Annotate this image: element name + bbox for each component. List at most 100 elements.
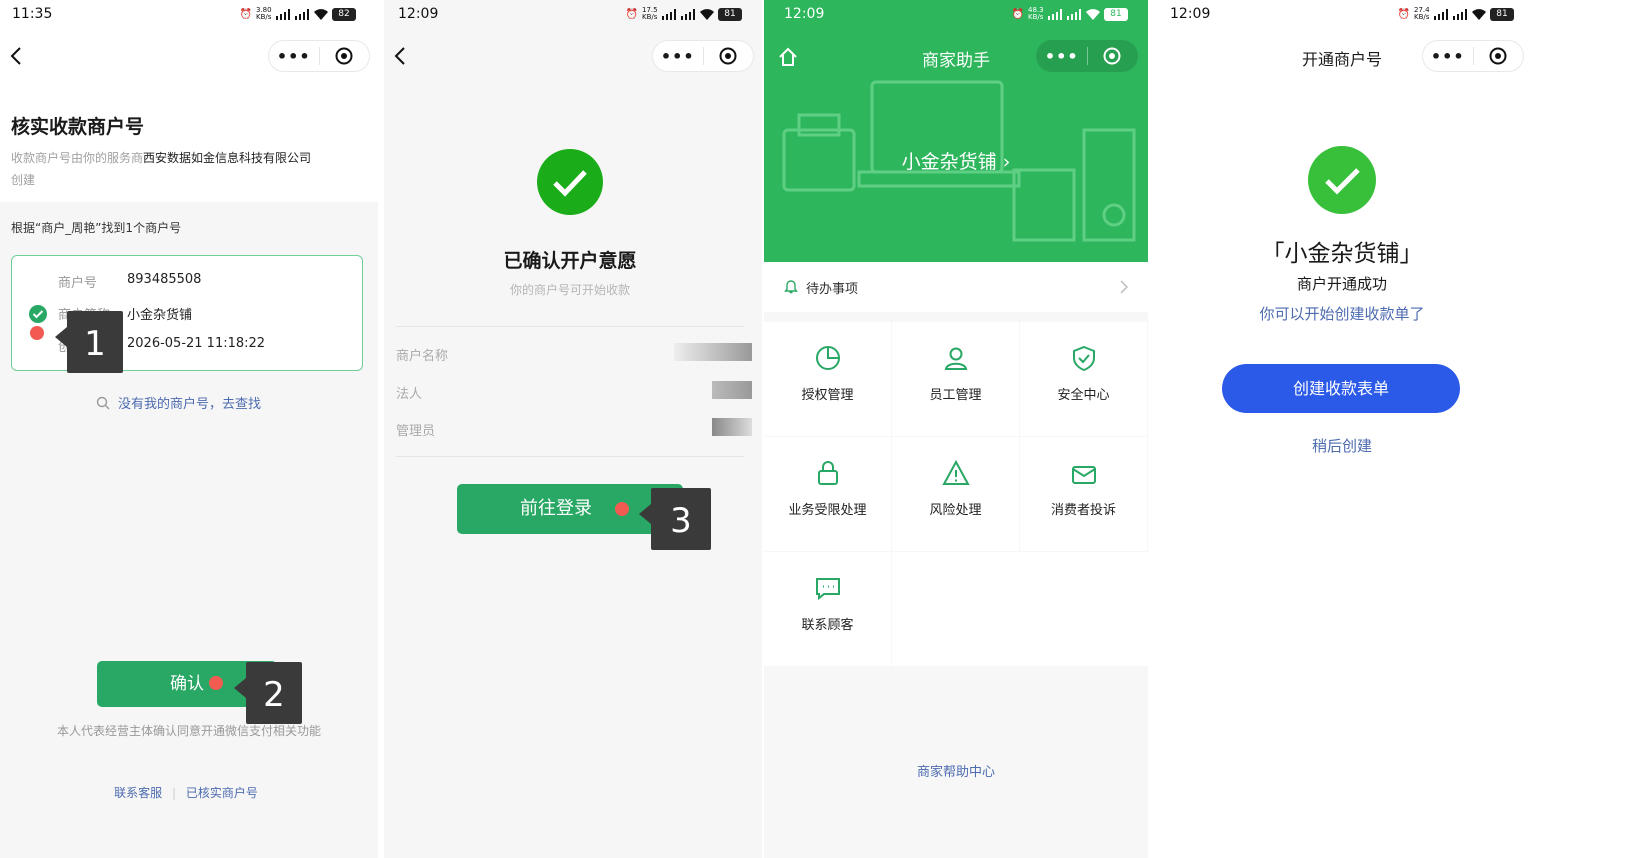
- signal-icon: [295, 8, 310, 20]
- user-icon: [944, 347, 967, 370]
- battery-icon: 81: [1104, 7, 1128, 21]
- signal-icon: [1453, 8, 1468, 20]
- subtitle-company: 西安数据如金信息科技有限公司: [143, 151, 312, 165]
- find-merchant-link-text: 没有我的商户号，去查找: [118, 397, 262, 412]
- subtitle-prefix: 收款商户号由你的服务商: [11, 151, 144, 165]
- grid-empty-cell: [892, 552, 1148, 666]
- todo-bar[interactable]: 待办事项: [764, 262, 1148, 312]
- page-subtitle: 你的商户号可开始收款: [509, 283, 630, 297]
- pie-chart-icon: [815, 346, 840, 370]
- contact-support-link[interactable]: 联系客服: [114, 786, 162, 800]
- check-circle-icon: [29, 305, 47, 323]
- divider: [396, 326, 744, 327]
- green-header: 12:09 ⏰ 48.3 KB/s 81 商家助手 ••• 小金杂货铺 ›: [764, 0, 1148, 262]
- close-target-icon[interactable]: [319, 47, 369, 65]
- grid-item-complaints[interactable]: 消费者投诉: [1020, 437, 1147, 551]
- lock-icon: [817, 461, 838, 485]
- status-icons: ⏰ 17.5 KB/s 81: [626, 7, 742, 21]
- verified-merchant-link[interactable]: 已核实商户号: [186, 786, 258, 800]
- blurred-value: [674, 343, 752, 361]
- wifi-icon: [1086, 8, 1100, 20]
- status-time: 12:09: [1170, 6, 1211, 22]
- mini-program-capsule: •••: [1036, 40, 1138, 72]
- grid-item-label: 授权管理: [801, 388, 854, 403]
- create-form-button[interactable]: 创建收款表单: [1222, 364, 1460, 413]
- create-later-link[interactable]: 稍后创建: [1150, 435, 1534, 456]
- merchant-value: 893485508: [127, 272, 202, 287]
- screen-merchant-opened: 12:09 ⏰ 27.4 KB/s 81 开通商户号 ••• 「小金杂货铺」 商…: [1150, 0, 1534, 858]
- back-arrow-icon[interactable]: [392, 46, 408, 66]
- network-speed: 27.4 KB/s: [1414, 6, 1430, 21]
- grid-item-label: 消费者投诉: [1050, 503, 1116, 518]
- shop-name: 「小金杂货铺」: [1261, 241, 1423, 267]
- close-target-icon[interactable]: [703, 47, 753, 65]
- signal-icon: [276, 8, 291, 20]
- help-center-link[interactable]: 商家帮助中心: [764, 761, 1148, 780]
- wifi-icon: [700, 8, 714, 20]
- shop-name-link[interactable]: 小金杂货铺 ›: [764, 147, 1148, 174]
- status-icons: ⏰ 27.4 KB/s 81: [1398, 7, 1514, 21]
- todo-label: 待办事项: [806, 282, 859, 297]
- divider: [396, 456, 744, 457]
- grid-item-label: 联系顾客: [801, 618, 854, 633]
- signal-icon: [1067, 8, 1082, 20]
- alarm-icon: ⏰: [1397, 8, 1410, 20]
- alarm-icon: ⏰: [625, 8, 638, 20]
- search-icon: [96, 396, 110, 410]
- status-time: 12:09: [398, 6, 439, 22]
- mini-program-capsule: •••: [652, 40, 754, 72]
- network-speed: 3.80 KB/s: [256, 6, 272, 21]
- screen-merchant-assistant: 12:09 ⏰ 48.3 KB/s 81 商家助手 ••• 小金杂货铺 › 待办…: [764, 0, 1148, 858]
- click-marker: [209, 676, 223, 690]
- page-title: 已确认开户意愿: [503, 250, 637, 272]
- grid-item-restriction[interactable]: 业务受限处理: [764, 437, 891, 551]
- info-label: 法人: [396, 387, 423, 402]
- chevron-right-icon: [1120, 280, 1128, 294]
- grid-item-contact-customer[interactable]: 联系顾客: [764, 552, 891, 666]
- grid-item-security[interactable]: 安全中心: [1020, 322, 1147, 436]
- more-icon[interactable]: •••: [653, 47, 703, 66]
- grid-item-risk[interactable]: 风险处理: [892, 437, 1019, 551]
- grid-item-label: 员工管理: [929, 388, 982, 403]
- more-icon[interactable]: •••: [269, 47, 319, 66]
- step-callout-2: 2: [234, 662, 302, 724]
- warning-icon: [941, 459, 970, 485]
- signal-icon: [681, 8, 696, 20]
- battery-icon: 81: [1490, 7, 1514, 21]
- find-merchant-link[interactable]: 没有我的商户号，去查找: [96, 393, 261, 412]
- grid-item-label: 业务受限处理: [788, 503, 867, 518]
- chat-icon: [815, 578, 840, 601]
- network-speed: 17.5 KB/s: [642, 6, 658, 21]
- screen-verify-merchant: 11:35 ⏰ 3.80 KB/s 82 ••• 核实收款商户号 收款商户号由你…: [0, 0, 378, 858]
- close-target-icon[interactable]: [1473, 47, 1523, 65]
- more-icon[interactable]: •••: [1423, 47, 1473, 66]
- blurred-value: [712, 418, 752, 436]
- info-label: 管理员: [396, 424, 436, 439]
- grid-item-authorization[interactable]: 授权管理: [764, 322, 891, 436]
- signal-icon: [1434, 8, 1449, 20]
- screen-intent-confirmed: 12:09 ⏰ 17.5 KB/s 81 ••• 已确认开户意愿 你的商户号可开…: [384, 0, 762, 858]
- success-check-icon: [1308, 146, 1376, 214]
- info-label: 商户名称: [396, 349, 449, 364]
- click-marker: [30, 326, 44, 340]
- step-callout-1: 1: [55, 311, 123, 373]
- back-arrow-icon[interactable]: [8, 46, 24, 66]
- envelope-icon: [1071, 466, 1096, 484]
- battery-icon: 81: [718, 7, 742, 21]
- more-icon[interactable]: •••: [1037, 47, 1087, 66]
- merchant-value: 小金杂货铺: [127, 308, 193, 323]
- merchant-label: 商户号: [58, 276, 98, 291]
- network-speed: 48.3 KB/s: [1028, 6, 1044, 21]
- signal-icon: [662, 8, 677, 20]
- grid-item-staff[interactable]: 员工管理: [892, 322, 1019, 436]
- mini-program-capsule: •••: [268, 40, 370, 72]
- found-text: 根据“商户_周艳”找到1个商户号: [11, 221, 182, 235]
- page-subtitle: 收款商户号由你的服务商西安数据如金信息科技有限公司 创建: [11, 147, 371, 191]
- merchant-card[interactable]: 商户号 893485508 商户简称 小金杂货铺 创建时间 2026-05-21…: [11, 255, 363, 371]
- close-target-icon[interactable]: [1087, 47, 1137, 65]
- grid-item-label: 安全中心: [1057, 388, 1110, 403]
- alarm-icon: ⏰: [1011, 8, 1024, 20]
- mini-program-capsule: •••: [1422, 40, 1524, 72]
- alarm-icon: ⏰: [239, 8, 252, 20]
- grid-item-label: 风险处理: [929, 503, 982, 518]
